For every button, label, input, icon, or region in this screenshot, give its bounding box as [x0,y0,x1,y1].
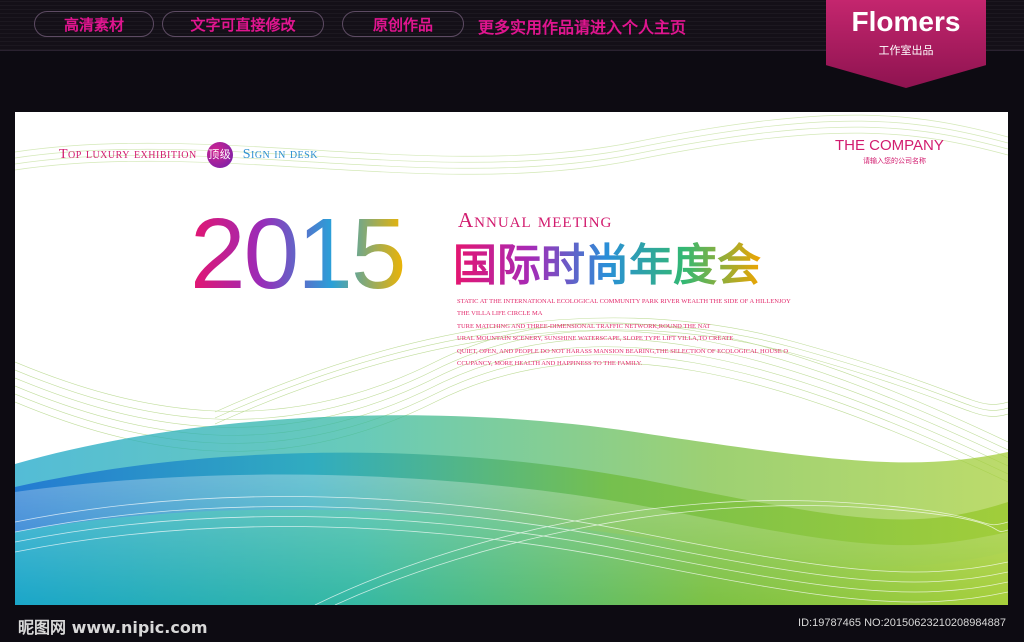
year-text: 2015 [190,198,404,298]
studio-logo[interactable]: Flomers 工作室出品 [826,0,986,88]
chinese-title: 国际时尚年度会 [453,240,761,290]
footer-bar: 昵图网 www.nipic.com ID:19787465 NO:2015062… [0,605,1024,642]
chinese-title-text: 国际时尚年度会 [453,240,761,290]
description-line: CCUPANCY, MORE HEALTH AND HAPPINESS TO T… [457,360,643,368]
company-name: THE COMPANY [835,137,944,154]
tagline: Top luxury exhibition 顶级 Sign in desk [59,142,318,168]
top-bar: 高清素材 文字可直接修改 原创作品 更多实用作品请进入个人主页 Flomers … [0,0,1024,88]
description-line: STATIC AT THE INTERNATIONAL ECOLOGICAL C… [457,298,791,305]
description-line: URAL MOUNTAIN SCENERY, SUNSHINE WATERSCA… [457,335,734,343]
logo-title: Flomers [851,6,961,37]
tag-original-work[interactable]: 原创作品 [342,11,464,37]
tagline-right: Sign in desk [242,147,318,163]
annual-text: Annual meeting [458,208,613,232]
year-heading: 2015 [190,198,406,298]
poster-banner: Top luxury exhibition 顶级 Sign in desk TH… [15,112,1008,605]
image-id-label: ID:19787465 NO:20150623210208984887 [798,617,1006,629]
company-text: THE COMPANY [835,137,944,154]
site-watermark[interactable]: 昵图网 www.nipic.com [18,614,208,638]
description-line: THE VILLA LIFE CIRCLE MA [457,310,543,318]
description-block: STATIC AT THE INTERNATIONAL ECOLOGICAL C… [457,296,837,370]
tagline-left: Top luxury exhibition [59,147,197,163]
annual-meeting-subtitle: Annual meeting [458,208,612,233]
description-line: TURE MATCHING AND THREE-DIMENSIONAL TRAF… [457,322,711,330]
company-subtitle: 请输入您的公司名称 [863,157,926,165]
tag-hd-material[interactable]: 高清素材 [34,11,154,37]
logo-subtitle: 工作室出品 [878,44,934,57]
tag-editable-text[interactable]: 文字可直接修改 [162,11,324,37]
top-badge: 顶级 [206,142,233,168]
promo-link[interactable]: 更多实用作品请进入个人主页 [478,14,686,38]
description-line: QUIET, OPEN, AND PEOPLE DO NOT HARASS MA… [457,347,789,355]
